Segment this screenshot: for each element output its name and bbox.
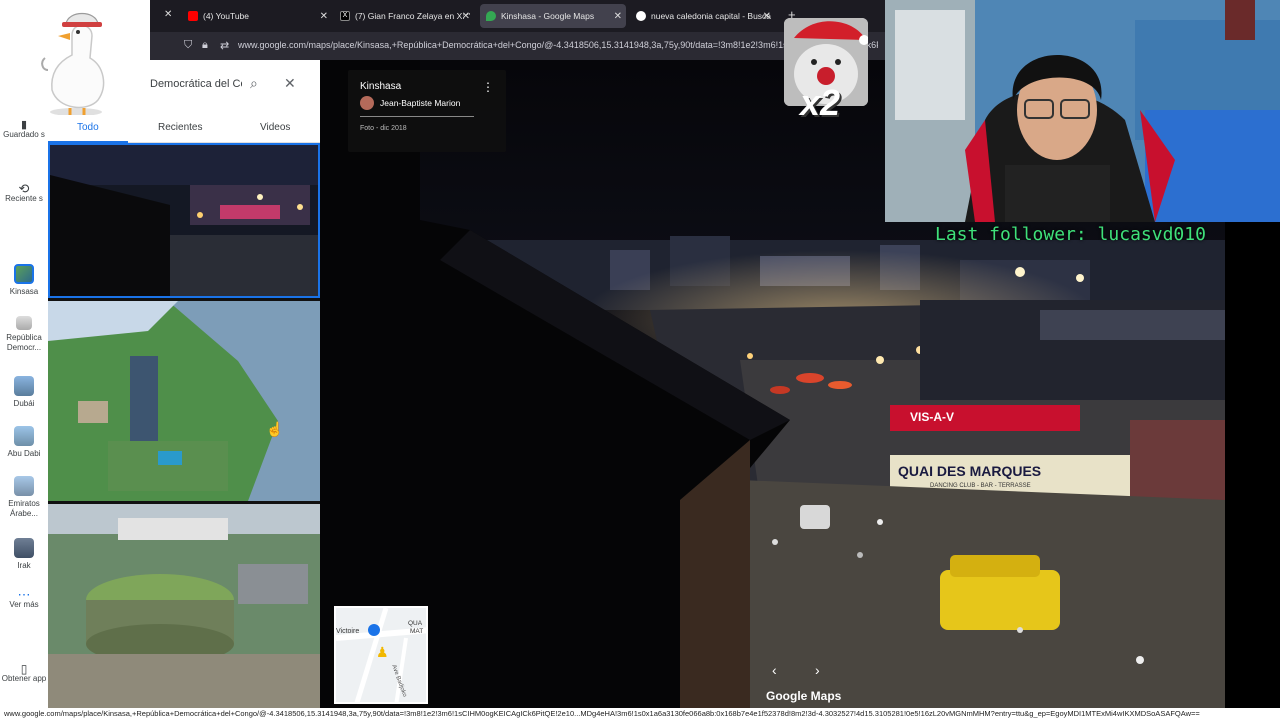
photo-info-card: Kinshasa ⋮ Jean-Baptiste Marion Foto - d… xyxy=(348,70,506,152)
rdc-thumb xyxy=(16,316,32,330)
aerial-river-photo xyxy=(48,301,320,501)
photo-place-title: Kinshasa xyxy=(360,81,402,92)
minimap-label-mat: MAT xyxy=(410,628,424,635)
bookmark-icon: ▮ xyxy=(20,119,28,131)
rail-irak-label: Irak xyxy=(17,561,31,570)
photo-thumbnail-aerial-river[interactable]: ☝ xyxy=(48,301,320,501)
rail-recent-label: Reciente s xyxy=(5,194,43,203)
rail-saved-label: Guardado s xyxy=(3,130,45,139)
close-icon[interactable]: ✕ xyxy=(320,11,328,22)
rail-place-kinsasa[interactable]: Kinsasa xyxy=(0,264,48,297)
youtube-icon xyxy=(188,11,198,21)
history-icon: ⟲ xyxy=(18,181,30,196)
photo-date: Foto - dic 2018 xyxy=(360,125,407,132)
last-follower-text: Last follower: lucasvd010 xyxy=(935,224,1206,245)
address-input[interactable]: www.google.com/maps/place/Kinsasa,+Repúb… xyxy=(238,40,878,50)
duck-mascot-overlay xyxy=(0,0,150,120)
lock-icon[interactable]: 🔒︎ xyxy=(202,39,208,52)
photo-author[interactable]: Jean-Baptiste Marion xyxy=(380,98,460,108)
rail-get-app[interactable]: ▯ Obtener app xyxy=(0,662,48,684)
rail-place-abudabi[interactable]: Abu Dabi xyxy=(0,426,48,459)
streamer-webcam xyxy=(885,0,1280,222)
rail-abudabi-label: Abu Dabi xyxy=(7,449,41,458)
mouse-cursor-icon: ☝ xyxy=(266,421,284,437)
tab-label: Kinshasa - Google Maps xyxy=(501,11,595,21)
rail-emiratos-label: Emiratos Árabe... xyxy=(8,499,40,518)
tab-label: (7) Gian Franco Zelaya en X: " xyxy=(355,11,470,21)
tab-label: nueva caledonia capital - Busca xyxy=(651,11,772,21)
close-icon[interactable]: ✕ xyxy=(614,11,622,22)
quai-sign-text: QUAI DES MARQUES xyxy=(898,463,1042,479)
tab-videos[interactable]: Videos xyxy=(260,122,290,133)
status-bar-link: www.google.com/maps/place/Kinsasa,+Repúb… xyxy=(0,708,1280,720)
nav-left-icon[interactable]: ‹ xyxy=(772,662,777,678)
minimap[interactable]: Victoire QUA MAT Ave Badjoko ♟ xyxy=(334,606,428,704)
night-street-photo xyxy=(50,145,318,296)
rail-more-label: Ver más xyxy=(9,600,39,609)
more-options-icon[interactable]: ⋮ xyxy=(482,80,494,94)
multiplier-text: x2 xyxy=(800,82,841,123)
more-icon: ⋯ xyxy=(17,587,31,602)
maps-left-rail: ▮ Guardado s ⟲ Reciente s Kinsasa Repúbl… xyxy=(0,120,48,708)
dubai-thumb xyxy=(14,376,34,396)
rail-get-app-label: Obtener app xyxy=(1,674,47,683)
vis-sign-text: VIS-A-V xyxy=(910,410,955,424)
x-logo-icon: X xyxy=(340,11,350,21)
author-avatar[interactable] xyxy=(360,96,374,110)
photo-tabs: Todo Recientes Videos xyxy=(48,115,320,143)
tab-close-icon[interactable]: ✕ xyxy=(164,9,172,20)
card-divider xyxy=(360,116,474,117)
webcam-feed xyxy=(885,0,1280,222)
tab-label: (4) YouTube xyxy=(203,11,249,21)
rail-place-rdc[interactable]: República Democr... xyxy=(0,316,48,353)
abudabi-thumb xyxy=(14,426,34,446)
rail-recent[interactable]: ⟲ Reciente s xyxy=(0,181,48,204)
nav-right-icon[interactable]: › xyxy=(815,662,820,678)
minimap-label-qua: QUA xyxy=(408,620,423,627)
browser-tab-google-search[interactable]: nueva caledonia capital - Busca ✕ xyxy=(630,4,775,28)
round-building-photo xyxy=(48,504,320,708)
rail-rdc-label: República Democr... xyxy=(6,333,42,352)
close-icon[interactable]: ✕ xyxy=(763,11,771,22)
kinsasa-thumb xyxy=(14,264,34,284)
close-icon[interactable]: ✕ xyxy=(462,11,470,22)
pegman-icon[interactable]: ♟ xyxy=(376,644,389,661)
search-input[interactable]: Democrática del Co xyxy=(150,78,242,90)
tab-recientes[interactable]: Recientes xyxy=(158,122,202,133)
browser-tab-youtube[interactable]: (4) YouTube ✕ xyxy=(182,4,332,28)
shield-icon[interactable]: ⛉ xyxy=(184,39,192,52)
rail-more[interactable]: ⋯ Ver más xyxy=(0,587,48,610)
site-settings-icon[interactable]: ⇄ xyxy=(220,39,229,52)
google-g-icon xyxy=(636,11,646,21)
maps-pin-icon xyxy=(486,11,496,21)
browser-tab-x[interactable]: X (7) Gian Franco Zelaya en X: " ✕ xyxy=(334,4,474,28)
rail-dubai-label: Dubái xyxy=(13,399,35,408)
duck-illustration xyxy=(41,12,105,116)
photo-thumbnail-night-street[interactable] xyxy=(48,143,320,298)
photo-thumbnail-round-building[interactable] xyxy=(48,504,320,708)
emiratos-thumb xyxy=(14,476,34,496)
browser-tab-google-maps[interactable]: Kinshasa - Google Maps ✕ xyxy=(480,4,626,28)
close-icon[interactable]: ✕ xyxy=(284,75,296,92)
google-maps-watermark: Google Maps xyxy=(766,689,842,703)
tab-todo[interactable]: Todo xyxy=(77,122,99,133)
rail-kinsasa-label: Kinsasa xyxy=(9,287,39,296)
rail-place-irak[interactable]: Irak xyxy=(0,538,48,571)
search-pane: Democrática del Co ⌕ ✕ xyxy=(150,60,320,115)
quai-sign-subtext: DANCING CLUB - BAR - TERRASSE xyxy=(930,483,1031,489)
irak-thumb xyxy=(14,538,34,558)
rail-saved[interactable]: ▮ Guardado s xyxy=(0,120,48,140)
phone-icon: ▯ xyxy=(20,662,28,676)
rail-place-emiratos[interactable]: Emiratos Árabe... xyxy=(0,476,48,519)
right-black-strip xyxy=(1225,222,1280,708)
browser-url-bar: ⛉ 🔒︎ ⇄ www.google.com/maps/place/Kinsasa… xyxy=(150,32,885,60)
rail-place-dubai[interactable]: Dubái xyxy=(0,376,48,409)
browser-tab-bar: ✕ (4) YouTube ✕ X (7) Gian Franco Zelaya… xyxy=(150,0,885,32)
minimap-label-victoire: Victoire xyxy=(336,628,360,635)
search-icon[interactable]: ⌕ xyxy=(250,75,258,92)
